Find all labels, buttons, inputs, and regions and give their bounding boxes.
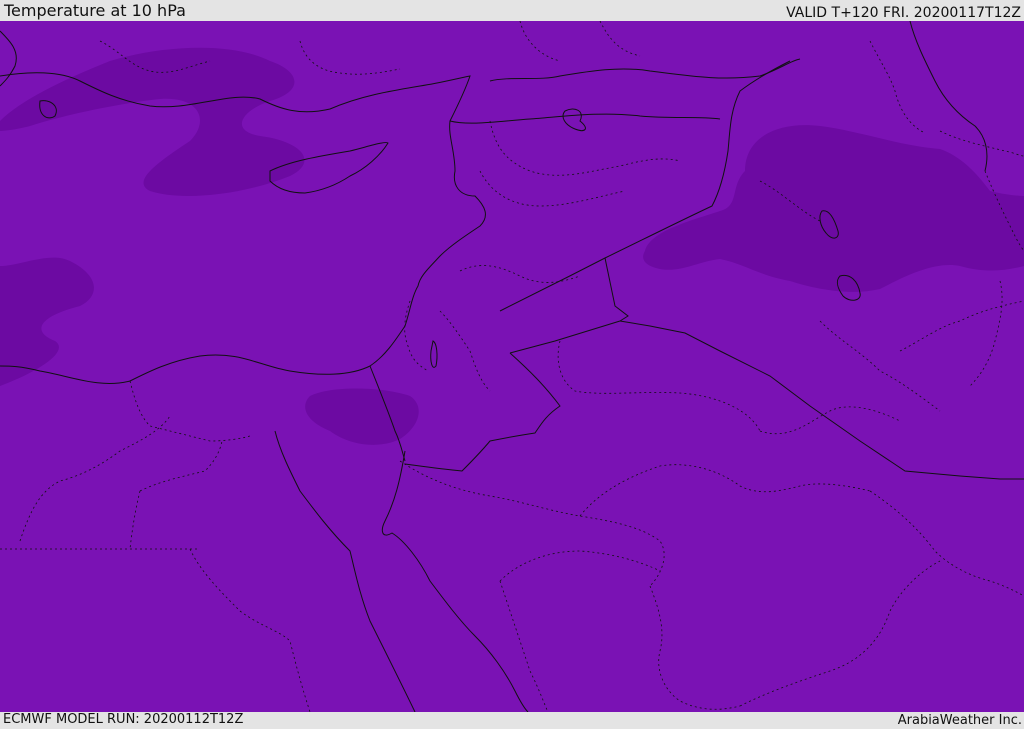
valid-time: VALID T+120 FRI. 20200117T12Z bbox=[786, 5, 1021, 21]
coastline-aegean bbox=[0, 30, 17, 87]
border-jordan-saudi bbox=[509, 320, 621, 354]
border-iraq-internal-2 bbox=[819, 320, 941, 412]
border-turkey-internal-2 bbox=[299, 40, 401, 75]
coastline-red-sea-east bbox=[381, 450, 529, 712]
map-title: Temperature at 10 hPa bbox=[4, 1, 186, 20]
header-bar: Temperature at 10 hPa VALID T+120 FRI. 2… bbox=[0, 0, 1024, 21]
border-saudi-iraq bbox=[619, 320, 1024, 480]
cold-region-sinai bbox=[305, 388, 419, 445]
border-saudi-internal-2 bbox=[399, 460, 665, 587]
border-palestine bbox=[404, 300, 429, 372]
border-egypt-internal-3 bbox=[129, 490, 141, 550]
cold-region-east bbox=[643, 125, 1024, 292]
border-egypt-sudan-region bbox=[189, 548, 311, 712]
border-saudi-internal-3 bbox=[649, 585, 741, 710]
dead-sea bbox=[430, 340, 438, 368]
border-saudi-internal-5 bbox=[499, 550, 661, 582]
border-turkey-internal-4 bbox=[599, 21, 641, 57]
credit-label: ArabiaWeather Inc. bbox=[897, 713, 1022, 728]
border-turkey-internal-3 bbox=[519, 21, 561, 62]
border-saudi-internal-1 bbox=[557, 340, 761, 432]
border-jordan-internal bbox=[439, 310, 491, 392]
temperature-map bbox=[0, 21, 1024, 712]
border-saudi-internal-6 bbox=[499, 580, 549, 712]
border-iran-west bbox=[869, 40, 926, 134]
forecast-map-frame: Temperature at 10 hPa VALID T+120 FRI. 2… bbox=[0, 0, 1024, 729]
coastline-black-sea bbox=[489, 58, 801, 82]
border-saudi-internal-7 bbox=[739, 560, 941, 707]
lake-van bbox=[562, 108, 586, 132]
border-egypt-internal-1 bbox=[129, 380, 251, 442]
border-jordan-iraq bbox=[604, 257, 629, 322]
borders-dotted bbox=[0, 21, 1024, 712]
border-jordan-saudi-south bbox=[404, 352, 561, 472]
model-run-label: ECMWF MODEL RUN: 20200112T12Z bbox=[3, 712, 244, 727]
border-saudi-internal-8 bbox=[869, 490, 1024, 597]
footer-bar: ECMWF MODEL RUN: 20200112T12Z ArabiaWeat… bbox=[0, 712, 1024, 729]
border-syria-internal-2 bbox=[479, 170, 626, 207]
border-libya-internal bbox=[19, 415, 171, 542]
border-saudi-internal-4 bbox=[579, 464, 871, 517]
cold-regions bbox=[0, 47, 1024, 445]
border-iraq-internal-3 bbox=[899, 300, 1024, 352]
cold-region-north bbox=[0, 47, 305, 197]
border-iran-internal-3 bbox=[969, 280, 1003, 387]
coastline-red-sea bbox=[274, 430, 416, 712]
map-canvas bbox=[0, 21, 1024, 712]
borders-solid bbox=[369, 60, 1024, 480]
coastlines bbox=[0, 21, 988, 712]
border-egypt-internal-2 bbox=[139, 440, 223, 492]
